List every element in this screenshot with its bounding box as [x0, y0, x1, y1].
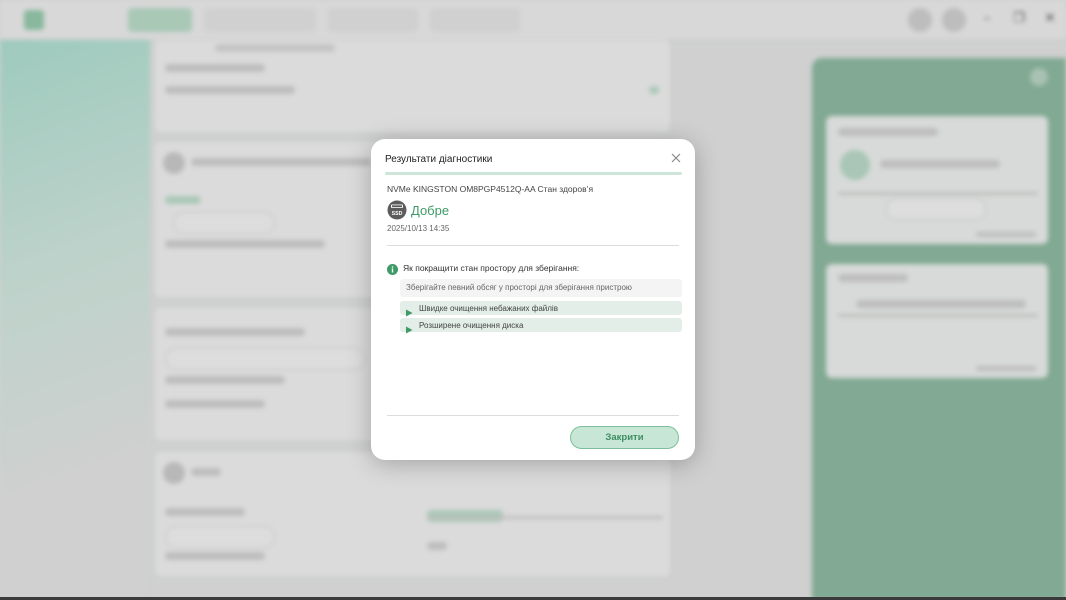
tips-header: Як покращити стан простору для зберіганн…: [387, 262, 580, 275]
tips-title: Як покращити стан простору для зберіганн…: [403, 262, 580, 273]
health-status: SSD Добре: [387, 200, 449, 220]
play-icon: [405, 304, 413, 317]
info-icon: [387, 262, 398, 275]
diagnostics-results-dialog: Результати діагностики NVMe KINGSTON OM8…: [371, 139, 695, 460]
svg-text:SSD: SSD: [392, 211, 403, 217]
divider: [387, 415, 679, 416]
divider: [387, 245, 679, 246]
ssd-icon: SSD: [387, 200, 407, 220]
play-icon: [405, 321, 413, 334]
health-status-text: Добре: [411, 202, 450, 218]
close-icon[interactable]: [669, 151, 683, 165]
action-label: Швидке очищення небажаних файлів: [419, 303, 558, 313]
disk-cleanup-action[interactable]: Розширене очищення диска: [400, 318, 682, 334]
close-button[interactable]: Закрити: [570, 426, 679, 449]
quick-cleanup-action[interactable]: Швидке очищення небажаних файлів: [400, 301, 682, 317]
diagnostics-timestamp: 2025/10/13 14:35: [387, 224, 450, 233]
action-label: Розширене очищення диска: [419, 320, 524, 330]
tips-description: Зберігайте певний обсяг у просторі для з…: [400, 279, 682, 297]
device-health-label: NVMe KINGSTON OM8PGP4512Q-AA Стан здоров…: [387, 184, 594, 194]
dialog-title: Результати діагностики: [385, 154, 493, 165]
title-accent-line: [385, 172, 682, 175]
